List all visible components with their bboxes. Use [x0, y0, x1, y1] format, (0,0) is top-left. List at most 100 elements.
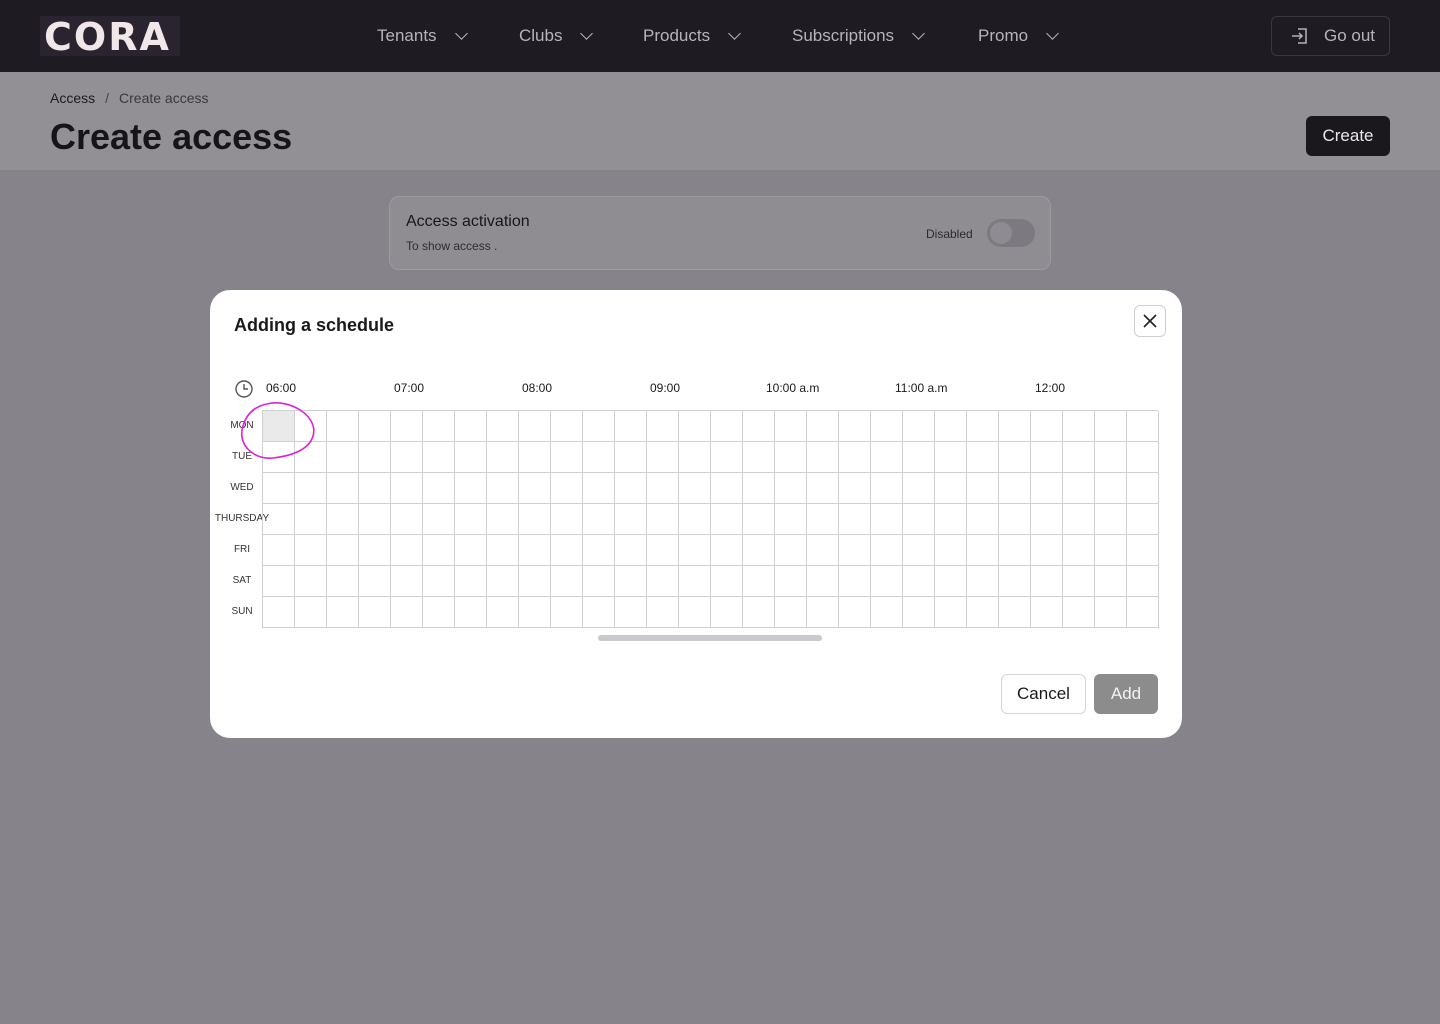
- schedule-cell[interactable]: [967, 597, 999, 628]
- schedule-cell[interactable]: [551, 535, 583, 566]
- schedule-cell[interactable]: [391, 597, 423, 628]
- schedule-cell[interactable]: [455, 411, 487, 442]
- schedule-cell[interactable]: [1127, 473, 1159, 504]
- schedule-cell[interactable]: [327, 473, 359, 504]
- schedule-cell[interactable]: [455, 566, 487, 597]
- schedule-cell[interactable]: [455, 597, 487, 628]
- schedule-cell[interactable]: [1063, 504, 1095, 535]
- schedule-cell[interactable]: [519, 597, 551, 628]
- schedule-cell[interactable]: [679, 597, 711, 628]
- schedule-cell[interactable]: [711, 566, 743, 597]
- schedule-cell[interactable]: [615, 411, 647, 442]
- schedule-cell[interactable]: [807, 473, 839, 504]
- schedule-cell[interactable]: [423, 566, 455, 597]
- schedule-cell[interactable]: [807, 566, 839, 597]
- schedule-cell[interactable]: [679, 442, 711, 473]
- schedule-cell[interactable]: [967, 473, 999, 504]
- schedule-cell[interactable]: [711, 504, 743, 535]
- schedule-cell[interactable]: [551, 442, 583, 473]
- schedule-cell[interactable]: [391, 504, 423, 535]
- schedule-cell[interactable]: [359, 535, 391, 566]
- schedule-cell[interactable]: [743, 566, 775, 597]
- schedule-cell[interactable]: [1127, 504, 1159, 535]
- schedule-cell[interactable]: [295, 566, 327, 597]
- schedule-cell[interactable]: [391, 566, 423, 597]
- schedule-cell[interactable]: [935, 597, 967, 628]
- schedule-cell[interactable]: [871, 535, 903, 566]
- schedule-cell[interactable]: [1063, 411, 1095, 442]
- schedule-cell[interactable]: [487, 473, 519, 504]
- schedule-cell[interactable]: [551, 504, 583, 535]
- schedule-cell[interactable]: [263, 597, 295, 628]
- schedule-cell[interactable]: [359, 597, 391, 628]
- schedule-cell[interactable]: [1095, 442, 1127, 473]
- schedule-cell[interactable]: [647, 442, 679, 473]
- schedule-cell[interactable]: [455, 442, 487, 473]
- schedule-cell[interactable]: [871, 411, 903, 442]
- schedule-cell[interactable]: [1095, 411, 1127, 442]
- schedule-cell[interactable]: [295, 504, 327, 535]
- schedule-cell[interactable]: [935, 535, 967, 566]
- schedule-cell[interactable]: [647, 504, 679, 535]
- schedule-cell[interactable]: [455, 504, 487, 535]
- schedule-cell[interactable]: [903, 442, 935, 473]
- schedule-cell[interactable]: [807, 411, 839, 442]
- schedule-cell[interactable]: [903, 504, 935, 535]
- schedule-cell[interactable]: [1063, 597, 1095, 628]
- schedule-cell[interactable]: [839, 566, 871, 597]
- schedule-cell[interactable]: [1095, 535, 1127, 566]
- schedule-cell[interactable]: [967, 566, 999, 597]
- schedule-cell[interactable]: [263, 566, 295, 597]
- nav-item-clubs[interactable]: Clubs: [519, 0, 594, 72]
- schedule-cell[interactable]: [1031, 535, 1063, 566]
- schedule-cell[interactable]: [583, 442, 615, 473]
- schedule-cell[interactable]: [615, 442, 647, 473]
- schedule-cell[interactable]: [903, 411, 935, 442]
- schedule-cell[interactable]: [743, 473, 775, 504]
- schedule-cell[interactable]: [423, 504, 455, 535]
- schedule-cell[interactable]: [327, 442, 359, 473]
- schedule-cell[interactable]: [743, 504, 775, 535]
- schedule-cell[interactable]: [1031, 597, 1063, 628]
- schedule-cell[interactable]: [647, 411, 679, 442]
- go-out-button[interactable]: Go out: [1271, 16, 1390, 56]
- schedule-cell[interactable]: [487, 535, 519, 566]
- schedule-cell[interactable]: [487, 504, 519, 535]
- schedule-cell[interactable]: [647, 535, 679, 566]
- schedule-cell[interactable]: [967, 411, 999, 442]
- close-button[interactable]: [1134, 305, 1166, 337]
- schedule-cell[interactable]: [583, 411, 615, 442]
- schedule-cell[interactable]: [839, 442, 871, 473]
- schedule-cell[interactable]: [871, 566, 903, 597]
- schedule-cell[interactable]: [583, 504, 615, 535]
- schedule-cell[interactable]: [423, 411, 455, 442]
- schedule-cell[interactable]: [551, 566, 583, 597]
- schedule-cell[interactable]: [295, 597, 327, 628]
- schedule-cell[interactable]: [1127, 411, 1159, 442]
- schedule-cell[interactable]: [391, 442, 423, 473]
- schedule-cell[interactable]: [999, 597, 1031, 628]
- schedule-cell[interactable]: [615, 566, 647, 597]
- schedule-cell[interactable]: [999, 535, 1031, 566]
- schedule-cell[interactable]: [967, 504, 999, 535]
- schedule-cell[interactable]: [679, 473, 711, 504]
- schedule-cell[interactable]: [519, 442, 551, 473]
- schedule-cell[interactable]: [1127, 535, 1159, 566]
- schedule-cell[interactable]: [839, 411, 871, 442]
- schedule-cell[interactable]: [679, 566, 711, 597]
- schedule-cell[interactable]: [487, 597, 519, 628]
- schedule-cell[interactable]: [839, 597, 871, 628]
- schedule-cell[interactable]: [807, 504, 839, 535]
- schedule-cell[interactable]: [423, 535, 455, 566]
- schedule-cell[interactable]: [615, 504, 647, 535]
- schedule-cell[interactable]: [295, 535, 327, 566]
- schedule-cell[interactable]: [423, 473, 455, 504]
- schedule-cell[interactable]: [551, 411, 583, 442]
- schedule-cell[interactable]: [775, 597, 807, 628]
- schedule-cell[interactable]: [679, 411, 711, 442]
- schedule-cell[interactable]: [903, 566, 935, 597]
- schedule-cell[interactable]: [359, 504, 391, 535]
- schedule-cell[interactable]: [327, 597, 359, 628]
- schedule-cell[interactable]: [935, 473, 967, 504]
- schedule-cell[interactable]: [1031, 504, 1063, 535]
